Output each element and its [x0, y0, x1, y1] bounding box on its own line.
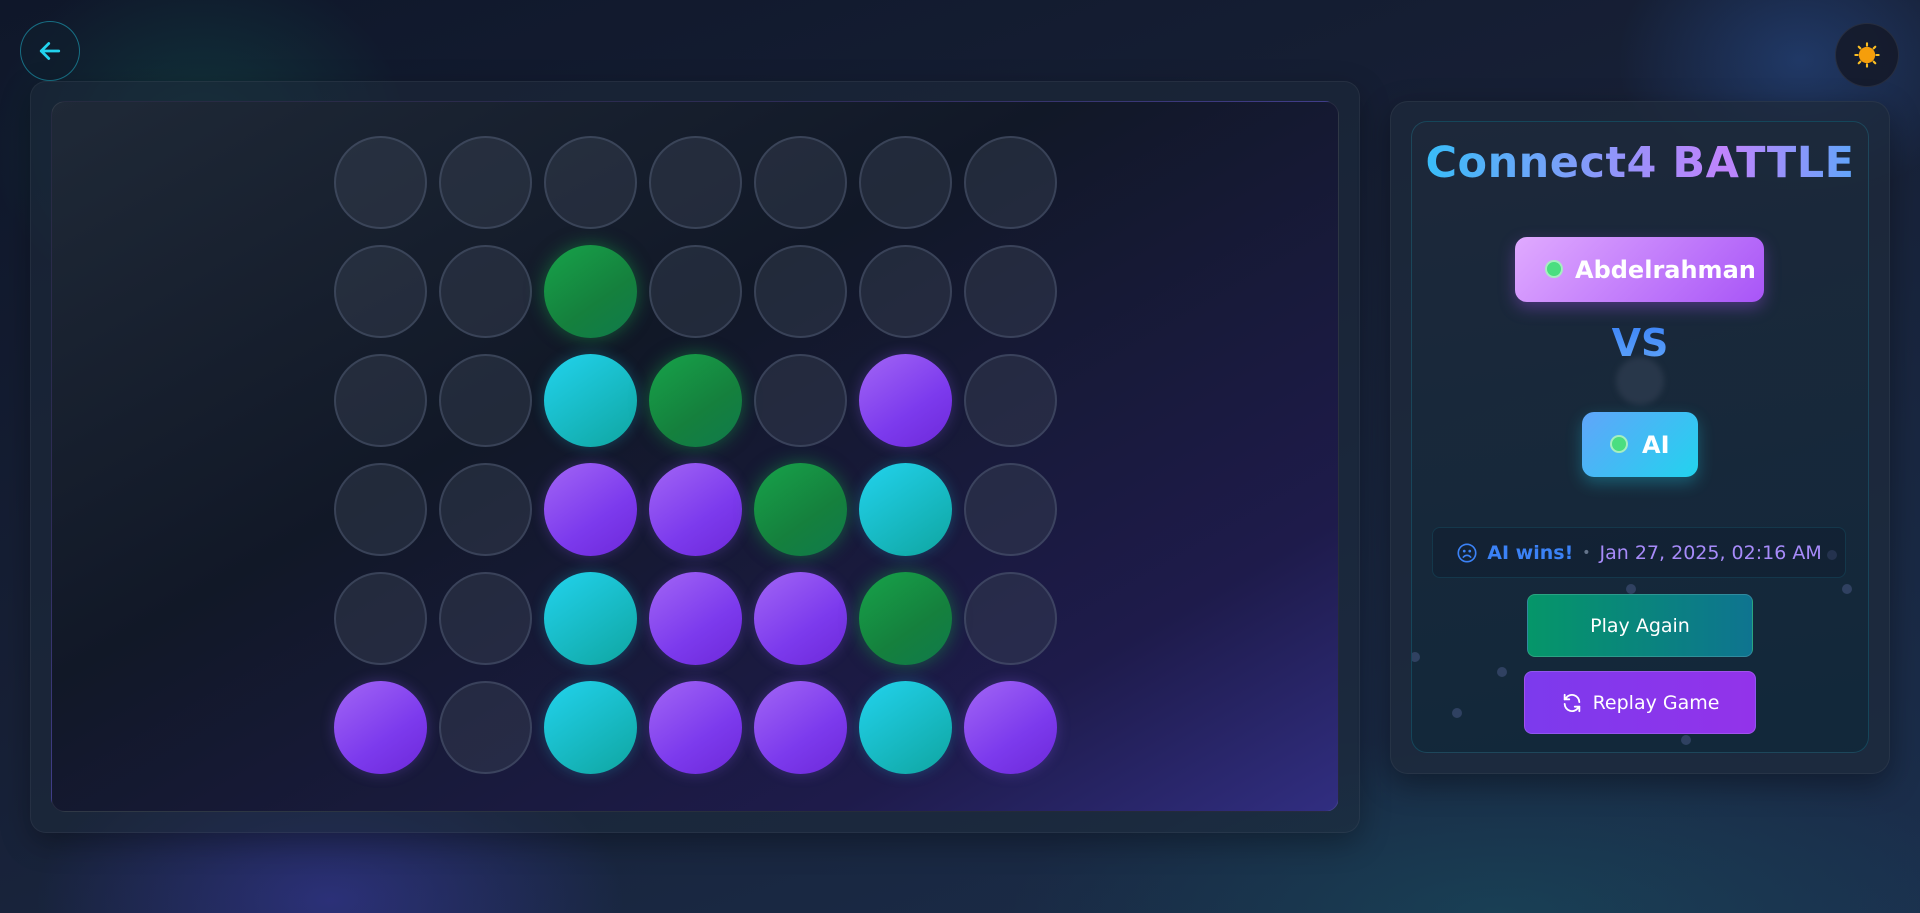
purple-disc[interactable] [649, 572, 742, 665]
theme-toggle-button[interactable] [1835, 23, 1899, 87]
cyan-disc[interactable] [859, 681, 952, 774]
play-again-label: Play Again [1590, 614, 1690, 637]
arrow-left-icon [39, 42, 61, 60]
cyan-disc[interactable] [544, 354, 637, 447]
player1-name: Abdelrahman [1575, 255, 1756, 284]
empty-slot[interactable] [334, 136, 427, 229]
board-grid [334, 136, 1057, 774]
purple-disc[interactable] [859, 354, 952, 447]
empty-slot[interactable] [439, 463, 532, 556]
purple-disc[interactable] [334, 681, 427, 774]
vs-glow [1616, 357, 1664, 405]
refresh-icon [1563, 693, 1580, 712]
empty-slot[interactable] [964, 354, 1057, 447]
empty-slot[interactable] [964, 463, 1057, 556]
purple-disc[interactable] [754, 681, 847, 774]
empty-slot[interactable] [859, 136, 952, 229]
empty-slot[interactable] [964, 136, 1057, 229]
sun-icon [1854, 42, 1880, 68]
empty-slot[interactable] [439, 245, 532, 338]
empty-slot[interactable] [754, 245, 847, 338]
empty-slot[interactable] [754, 136, 847, 229]
cyan-disc[interactable] [859, 463, 952, 556]
back-button[interactable] [20, 21, 80, 81]
purple-disc[interactable] [649, 681, 742, 774]
empty-slot[interactable] [439, 681, 532, 774]
empty-slot[interactable] [439, 572, 532, 665]
empty-slot[interactable] [334, 572, 427, 665]
replay-game-button[interactable]: Replay Game [1524, 671, 1756, 734]
purple-disc[interactable] [754, 572, 847, 665]
empty-slot[interactable] [334, 354, 427, 447]
player2-badge: AI [1582, 412, 1698, 477]
game-result: AI wins! • Jan 27, 2025, 02:16 AM [1432, 527, 1846, 578]
purple-disc[interactable] [544, 463, 637, 556]
green-disc[interactable] [544, 245, 637, 338]
green-disc[interactable] [859, 572, 952, 665]
player1-badge: Abdelrahman [1515, 237, 1764, 302]
empty-slot[interactable] [334, 245, 427, 338]
player2-name: AI [1642, 430, 1670, 459]
game-title: Connect4 BATTLE [1425, 138, 1855, 188]
empty-slot[interactable] [439, 136, 532, 229]
green-disc[interactable] [754, 463, 847, 556]
empty-slot[interactable] [544, 136, 637, 229]
player1-status-dot [1545, 260, 1563, 278]
empty-slot[interactable] [439, 354, 532, 447]
purple-disc[interactable] [649, 463, 742, 556]
empty-slot[interactable] [754, 354, 847, 447]
result-separator: • [1582, 544, 1591, 561]
game-date: Jan 27, 2025, 02:16 AM [1599, 541, 1822, 564]
replay-game-label: Replay Game [1592, 691, 1720, 714]
empty-slot[interactable] [964, 572, 1057, 665]
empty-slot[interactable] [334, 463, 427, 556]
player2-status-dot [1610, 435, 1628, 453]
green-disc[interactable] [649, 354, 742, 447]
cyan-disc[interactable] [544, 572, 637, 665]
empty-slot[interactable] [964, 245, 1057, 338]
empty-slot[interactable] [649, 136, 742, 229]
purple-disc[interactable] [964, 681, 1057, 774]
play-again-button[interactable]: Play Again [1527, 594, 1753, 657]
winner-text: AI wins! [1487, 541, 1574, 564]
sad-face-icon [1457, 542, 1477, 563]
empty-slot[interactable] [859, 245, 952, 338]
cyan-disc[interactable] [544, 681, 637, 774]
empty-slot[interactable] [649, 245, 742, 338]
